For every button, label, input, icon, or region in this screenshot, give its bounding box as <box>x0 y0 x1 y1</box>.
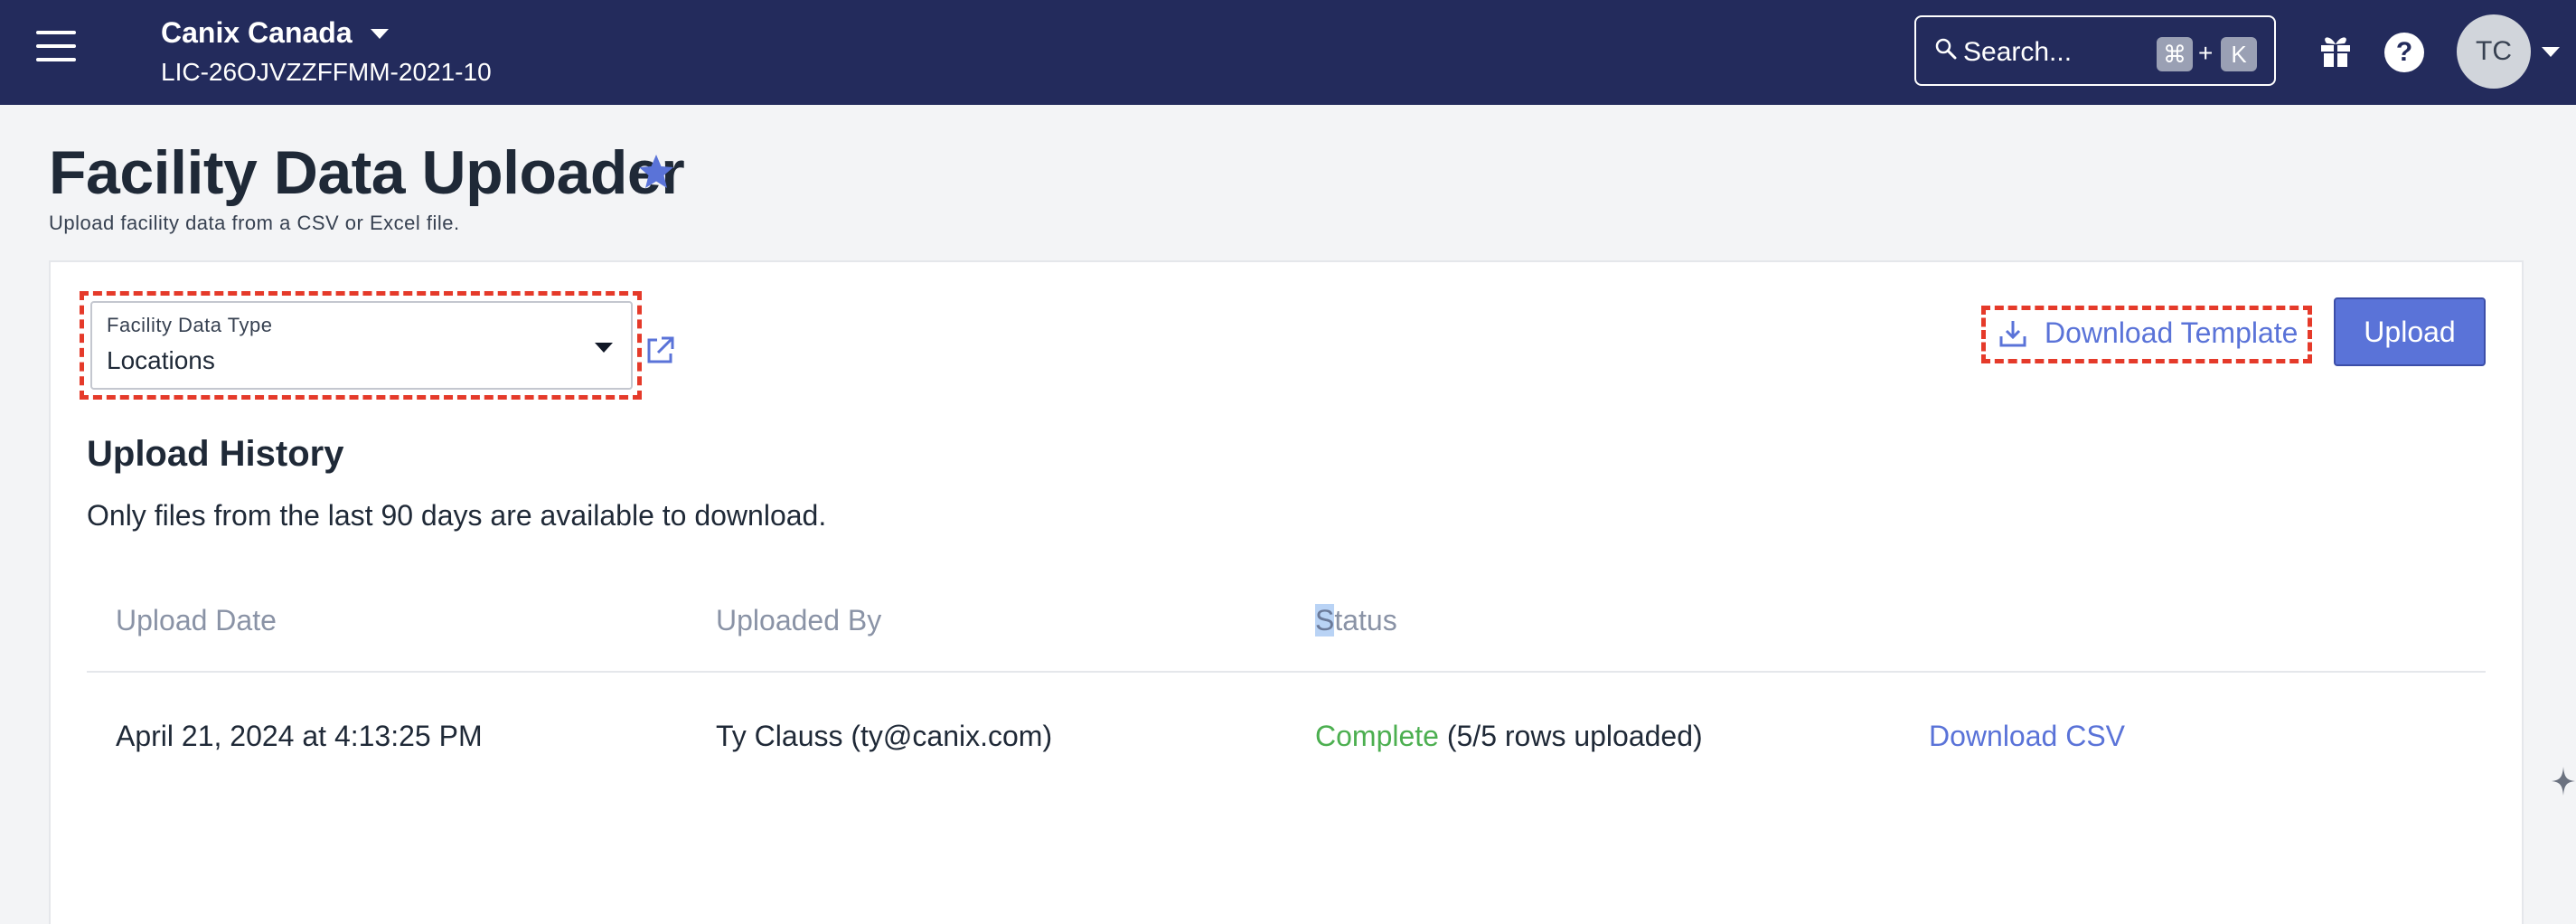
status-header-rest: tatus <box>1334 604 1397 636</box>
facility-data-type-select[interactable]: Facility Data Type Locations <box>90 301 633 390</box>
search-placeholder: Search... <box>1963 37 2073 67</box>
star-icon[interactable] <box>636 152 676 192</box>
organization-chevron-down-icon[interactable] <box>371 29 389 39</box>
download-csv-link[interactable]: Download CSV <box>1929 720 2125 753</box>
row-uploaded-by: Ty Clauss (ty@canix.com) <box>716 720 1053 752</box>
avatar-chevron-down-icon[interactable] <box>2542 47 2560 57</box>
facility-data-type-value: Locations <box>107 346 215 374</box>
upload-button[interactable]: Upload <box>2334 297 2486 366</box>
status-badge: Complete <box>1315 720 1439 752</box>
column-header-uploaded-by[interactable]: Uploaded By <box>716 604 881 637</box>
sparkle-icon[interactable] <box>2551 765 2576 797</box>
user-avatar[interactable]: TC <box>2457 14 2531 89</box>
top-navigation-bar: Canix Canada LIC-26OJVZZFFMM-2021-10 Sea… <box>0 0 2576 105</box>
organization-name[interactable]: Canix Canada <box>161 16 353 50</box>
column-header-upload-date[interactable]: Upload Date <box>116 604 277 637</box>
column-header-status[interactable]: Status <box>1315 604 1397 637</box>
upload-history-note: Only files from the last 90 days are ava… <box>87 499 827 532</box>
help-icon[interactable]: ? <box>2384 33 2424 72</box>
row-status: Complete (5/5 rows uploaded) <box>1315 720 1703 753</box>
page-subtitle: Upload facility data from a CSV or Excel… <box>49 212 460 234</box>
select-chevron-down-icon <box>595 343 613 353</box>
shortcut-k-key: K <box>2221 37 2257 71</box>
status-detail: (5/5 rows uploaded) <box>1446 720 1703 752</box>
hamburger-menu-icon[interactable] <box>36 31 76 61</box>
page-title: Facility Data Uploader <box>49 138 685 207</box>
external-link-icon[interactable] <box>644 335 676 367</box>
search-icon <box>1935 38 1957 60</box>
gift-icon[interactable] <box>2316 29 2355 69</box>
global-search-input[interactable]: Search... ⌘ + K <box>1914 15 2276 86</box>
shortcut-command-key: ⌘ <box>2157 37 2193 71</box>
row-upload-date: April 21, 2024 at 4:13:25 PM <box>116 720 483 752</box>
table-divider <box>87 671 2486 673</box>
status-header-selected-char: S <box>1315 604 1335 636</box>
download-template-label: Download Template <box>2045 316 2299 349</box>
facility-data-type-label: Facility Data Type <box>107 314 273 336</box>
download-icon <box>1999 321 2026 347</box>
license-number: LIC-26OJVZZFFMM-2021-10 <box>161 58 492 86</box>
upload-history-title: Upload History <box>87 434 344 474</box>
shortcut-plus: + <box>2198 39 2214 67</box>
